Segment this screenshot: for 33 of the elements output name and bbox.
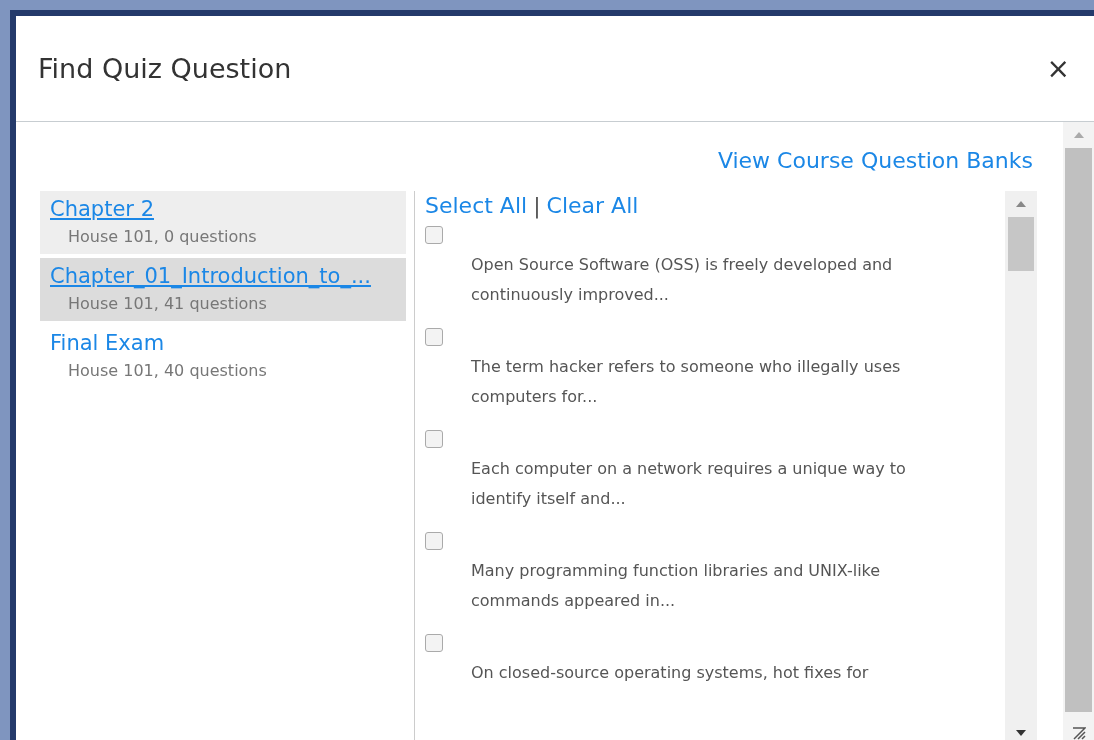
question-bank-item[interactable]: Chapter_01_Introduction_to_... House 101, 41 questions bbox=[40, 258, 406, 321]
scrollbar[interactable] bbox=[1005, 191, 1037, 740]
question-bank-item[interactable]: Final Exam House 101, 40 questions bbox=[40, 325, 406, 388]
question-text: On closed-source operating systems, hot fixes for bbox=[470, 662, 870, 684]
scrollbar-thumb[interactable] bbox=[1008, 217, 1034, 271]
scroll-up-icon[interactable] bbox=[1073, 132, 1084, 138]
bank-details: House 101, 41 questions bbox=[67, 293, 268, 313]
question-text: The term hacker refers to someone who illegally uses computers for... bbox=[470, 356, 902, 408]
select-all-link[interactable]: Select All bbox=[425, 193, 528, 218]
bank-details: House 101, 40 questions bbox=[67, 360, 268, 380]
scroll-down-icon[interactable] bbox=[1016, 730, 1026, 736]
bank-name-link[interactable]: Chapter 2 bbox=[50, 197, 396, 221]
bank-name-link[interactable]: Final Exam bbox=[50, 331, 396, 355]
question-text: Open Source Software (OSS) is freely developed and continuously improved... bbox=[470, 254, 894, 306]
scroll-up-icon[interactable] bbox=[1016, 201, 1026, 207]
question-text: Each computer on a network requires a unique way to identify itself and... bbox=[470, 458, 907, 510]
question-bank-item[interactable]: Chapter 2 House 101, 0 questions bbox=[40, 191, 406, 254]
checkbox[interactable] bbox=[425, 328, 443, 346]
bank-details: House 101, 0 questions bbox=[67, 226, 258, 246]
checkbox[interactable] bbox=[425, 532, 443, 550]
checkbox[interactable] bbox=[425, 430, 443, 448]
view-question-banks-link[interactable]: View Course Question Banks bbox=[717, 148, 1033, 173]
clear-all-link[interactable]: Clear All bbox=[546, 193, 639, 218]
separator: | bbox=[533, 193, 541, 218]
checkbox[interactable] bbox=[425, 226, 443, 244]
close-button[interactable]: × bbox=[1042, 52, 1074, 85]
scrollbar-thumb[interactable] bbox=[1065, 148, 1092, 712]
scrollbar[interactable] bbox=[1063, 122, 1094, 740]
checkbox[interactable] bbox=[425, 634, 443, 652]
resize-grip-icon[interactable] bbox=[1071, 726, 1086, 740]
bank-name-link[interactable]: Chapter_01_Introduction_to_... bbox=[50, 264, 396, 288]
dialog-title: Find Quiz Question bbox=[38, 53, 292, 84]
question-text: Many programming function libraries and UNIX-like commands appeared in... bbox=[470, 560, 882, 612]
